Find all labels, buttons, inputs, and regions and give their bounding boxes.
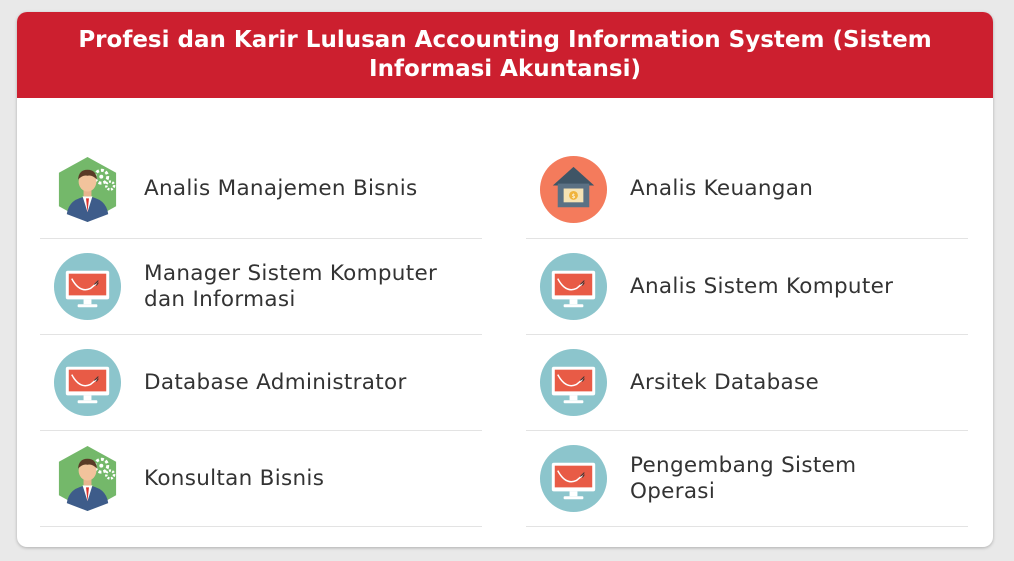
career-label: Arsitek Database (630, 369, 820, 395)
career-label: Analis Keuangan (630, 176, 814, 201)
career-label: Manager Sistem Komputer dan Informasi (144, 260, 438, 312)
career-label: Pengembang Sistem Operasi (630, 452, 857, 504)
computer-monitor-icon (53, 348, 122, 417)
computer-monitor-icon (53, 252, 122, 321)
career-label: Analis Manajemen Bisnis (144, 176, 418, 201)
career-item-database-administrator: Database Administrator (40, 335, 482, 431)
career-item-analis-manajemen-bisnis: Analis Manajemen Bisnis (40, 140, 482, 239)
career-item-manager-sistem-komputer: Manager Sistem Komputer dan Informasi (40, 239, 482, 335)
career-item-konsultan-bisnis: Konsultan Bisnis (40, 431, 482, 527)
career-item-arsitek-database: Arsitek Database (526, 335, 968, 431)
right-column: $ Analis Keuangan Analis Sistem Komputer (526, 140, 968, 527)
career-label: Konsultan Bisnis (144, 465, 325, 491)
career-item-pengembang-sistem-operasi: Pengembang Sistem Operasi (526, 431, 968, 527)
computer-monitor-icon (539, 444, 608, 513)
career-item-analis-sistem-komputer: Analis Sistem Komputer (526, 239, 968, 335)
svg-text:$: $ (572, 193, 576, 199)
page-title: Profesi dan Karir Lulusan Accounting Inf… (78, 27, 932, 82)
businessman-gears-icon (58, 445, 117, 512)
career-label: Database Administrator (144, 369, 407, 395)
left-column: Analis Manajemen Bisnis Manager Sistem K… (40, 140, 482, 527)
career-label: Analis Sistem Komputer (630, 273, 894, 299)
house-money-icon: $ (539, 155, 608, 223)
career-item-analis-keuangan: $ Analis Keuangan (526, 140, 968, 239)
businessman-gears-icon (58, 156, 117, 222)
card-header: Profesi dan Karir Lulusan Accounting Inf… (17, 12, 993, 98)
computer-monitor-icon (539, 348, 608, 417)
career-card: Profesi dan Karir Lulusan Accounting Inf… (17, 12, 993, 547)
computer-monitor-icon (539, 252, 608, 321)
